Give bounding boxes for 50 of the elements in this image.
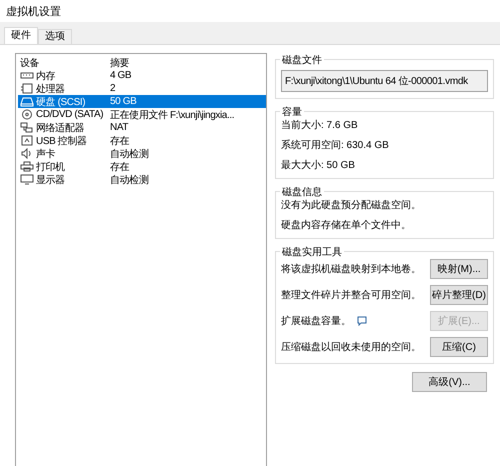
device-name[interactable]: 显示器 xyxy=(18,173,108,186)
utility-description: 扩展磁盘容量。 xyxy=(281,314,351,328)
utility-description: 将该虚拟机磁盘映射到本地卷。 xyxy=(281,262,421,276)
utility-button[interactable]: 映射(M)... xyxy=(430,258,488,278)
column-header[interactable]: 摘要 xyxy=(108,56,266,69)
chip-icon xyxy=(20,83,34,94)
capacity-text: 最大大小: 50 GB xyxy=(281,158,356,172)
group-title: 磁盘文件 xyxy=(280,53,324,67)
capacity-text: 当前大小: 7.6 GB xyxy=(281,118,359,132)
device-summary[interactable]: 存在 xyxy=(108,134,266,147)
device-name[interactable]: 声卡 xyxy=(18,147,108,160)
memory-icon xyxy=(20,70,34,81)
advanced-button[interactable]: 高级(V)... xyxy=(412,372,487,392)
comment-icon xyxy=(357,316,367,326)
window-title: 虚拟机设置 xyxy=(6,4,61,18)
device-summary[interactable]: 2 xyxy=(108,82,266,95)
disk-file-path-field[interactable]: F:\xunji\xitong\1\Ubuntu 64 位-000001.vmdk xyxy=(281,70,488,92)
disc-icon xyxy=(20,109,34,120)
device-summary[interactable]: 自动检测 xyxy=(108,147,266,160)
monitor-icon xyxy=(20,174,34,185)
hard-drive-icon xyxy=(20,96,34,107)
tab[interactable]: 选项 xyxy=(38,29,72,44)
device-summary[interactable]: 存在 xyxy=(108,160,266,173)
device-name[interactable]: 打印机 xyxy=(18,160,108,173)
utility-description: 整理文件碎片并整合可用空间。 xyxy=(281,288,421,302)
network-icon xyxy=(20,122,34,133)
utility-description: 压缩磁盘以回收未使用的空间。 xyxy=(281,340,421,354)
disk-info-text: 硬盘内容存储在单个文件中。 xyxy=(281,218,412,232)
device-name[interactable]: 内存 xyxy=(18,69,108,82)
utility-button[interactable]: 压缩(C) xyxy=(430,336,488,356)
device-summary[interactable]: 4 GB xyxy=(108,69,266,82)
device-summary[interactable]: 50 GB xyxy=(108,95,266,108)
device-name[interactable]: USB 控制器 xyxy=(18,134,108,147)
device-summary[interactable]: 正在使用文件 F:\xunji\jingxia... xyxy=(108,108,266,121)
device-summary[interactable]: 自动检测 xyxy=(108,173,266,186)
device-name[interactable]: 网络适配器 xyxy=(18,121,108,134)
utility-button[interactable]: 碎片整理(D) xyxy=(430,284,488,304)
printer-icon xyxy=(20,161,34,172)
capacity-text: 系统可用空间: 630.4 GB xyxy=(281,138,390,152)
tab[interactable]: 硬件 xyxy=(4,27,38,44)
device-name[interactable]: 硬盘 (SCSI) xyxy=(18,95,108,108)
group-title: 容量 xyxy=(280,105,304,119)
device-summary[interactable]: NAT xyxy=(108,121,266,134)
group-title: 磁盘信息 xyxy=(280,185,324,199)
device-name[interactable]: CD/DVD (SATA) xyxy=(18,108,108,121)
column-header[interactable]: 设备 xyxy=(18,56,108,69)
device-name[interactable]: 处理器 xyxy=(18,82,108,95)
group-title: 磁盘实用工具 xyxy=(280,245,344,259)
usb-icon xyxy=(20,135,34,146)
disk-info-text: 没有为此硬盘预分配磁盘空间。 xyxy=(281,198,422,212)
